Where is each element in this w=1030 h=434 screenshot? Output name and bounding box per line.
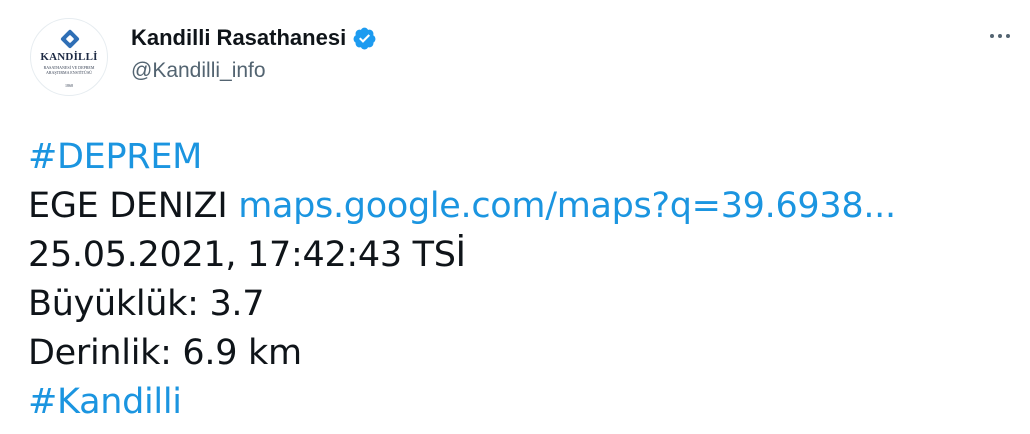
depth-text: Derinlik: 6.9 km: [28, 333, 302, 373]
datetime-text: 25.05.2021, 17:42:43 TSİ: [28, 235, 466, 275]
verified-badge-icon: [353, 27, 376, 49]
line-depth: Derinlik: 6.9 km: [28, 329, 1008, 378]
map-link[interactable]: maps.google.com/maps?q=39.6938...: [238, 186, 896, 226]
name-row: Kandilli Rasathanesi: [131, 24, 377, 52]
hashtag-kandilli-link[interactable]: #Kandilli: [28, 382, 182, 422]
line-hashtag-deprem: #DEPREM: [28, 133, 1008, 182]
avatar[interactable]: KANDİLLİ RASATHANESİ VE DEPREM ARAŞTIRMA…: [30, 18, 108, 96]
line-datetime: 25.05.2021, 17:42:43 TSİ: [28, 231, 1008, 280]
tweet-header: Kandilli Rasathanesi @Kandilli_info: [131, 24, 377, 85]
hashtag-deprem-link[interactable]: #DEPREM: [28, 137, 202, 177]
more-options-button[interactable]: [982, 22, 1018, 50]
logo-diamond-icon: [60, 29, 80, 49]
logo-title: KANDİLLİ: [40, 51, 98, 63]
tweet-card: KANDİLLİ RASATHANESİ VE DEPREM ARAŞTIRMA…: [0, 0, 1030, 434]
line-hashtag-kandilli: #Kandilli: [28, 378, 1008, 427]
more-options-icon: [1006, 34, 1010, 38]
magnitude-text: Büyüklük: 3.7: [28, 284, 265, 324]
display-name[interactable]: Kandilli Rasathanesi: [131, 24, 346, 52]
handle[interactable]: @Kandilli_info: [131, 57, 377, 85]
more-options-icon: [998, 34, 1002, 38]
line-location: EGE DENIZI maps.google.com/maps?q=39.693…: [28, 182, 1008, 231]
more-options-icon: [990, 34, 994, 38]
tweet-text: #DEPREM EGE DENIZI maps.google.com/maps?…: [28, 133, 1008, 427]
logo-subtitle: RASATHANESİ VE DEPREM ARAŞTIRMA ENSTİTÜS…: [43, 65, 95, 75]
kandilli-logo: KANDİLLİ RASATHANESİ VE DEPREM ARAŞTIRMA…: [31, 19, 107, 95]
location-text: EGE DENIZI: [28, 186, 228, 226]
line-magnitude: Büyüklük: 3.7: [28, 280, 1008, 329]
logo-year: 1868: [65, 83, 73, 88]
